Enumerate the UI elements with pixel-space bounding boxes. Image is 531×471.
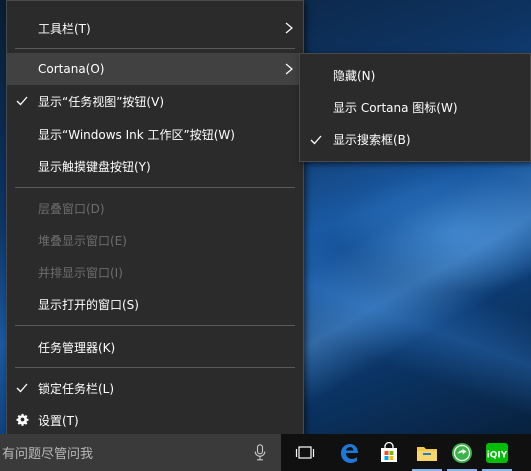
menu-item-task-manager[interactable]: 任务管理器(K)	[7, 331, 303, 363]
taskbar: 有问题尽管问我 iQIY	[0, 434, 531, 471]
submenu-item-hidden[interactable]: 隐藏(N)	[300, 60, 530, 90]
checkmark-icon	[310, 135, 322, 145]
microphone-icon[interactable]	[254, 444, 266, 461]
checkmark-icon	[16, 383, 28, 393]
menu-item-label: 设置(T)	[38, 413, 79, 428]
menu-item-label: 锁定任务栏(L)	[38, 381, 115, 396]
menu-item-settings[interactable]: 设置(T)	[7, 404, 303, 436]
edge-taskbar-button[interactable]	[330, 436, 368, 469]
green-app-icon	[452, 442, 472, 463]
menu-item-label: Cortana(O)	[38, 62, 105, 76]
search-box[interactable]: 有问题尽管问我	[0, 434, 281, 471]
chevron-right-icon	[285, 63, 293, 75]
gear-icon	[16, 413, 29, 426]
menu-item-side-by-side-windows: 并排显示窗口(I)	[7, 256, 303, 288]
menu-separator	[15, 187, 295, 188]
submenu-item-label: 隐藏(N)	[333, 68, 376, 83]
store-taskbar-button[interactable]	[370, 436, 408, 469]
menu-item-label: 显示打开的窗口(S)	[38, 297, 139, 312]
menu-item-label: 并排显示窗口(I)	[38, 265, 123, 280]
file-explorer-taskbar-button[interactable]	[408, 436, 446, 471]
menu-item-label: 显示“任务视图”按钮(V)	[38, 94, 165, 109]
menu-item-cortana[interactable]: Cortana(O)	[7, 53, 303, 85]
menu-separator	[15, 367, 295, 368]
chevron-right-icon	[285, 22, 293, 34]
menu-item-toolbars[interactable]: 工具栏(T)	[7, 12, 303, 44]
submenu-item-label: 显示搜索框(B)	[333, 132, 411, 147]
submenu-item-show-search-box[interactable]: 显示搜索框(B)	[300, 124, 530, 154]
menu-item-cascade-windows: 层叠窗口(D)	[7, 192, 303, 224]
menu-item-label: 显示触摸键盘按钮(Y)	[38, 159, 151, 174]
store-icon	[381, 441, 397, 462]
task-view-button[interactable]	[286, 436, 324, 469]
menu-item-show-windows-ink-button[interactable]: 显示“Windows Ink 工作区”按钮(W)	[7, 118, 303, 150]
menu-item-label: 工具栏(T)	[38, 21, 91, 36]
file-explorer-icon	[417, 446, 437, 461]
task-view-icon	[295, 445, 315, 459]
menu-item-show-task-view-button[interactable]: 显示“任务视图”按钮(V)	[7, 85, 303, 117]
menu-item-lock-taskbar[interactable]: 锁定任务栏(L)	[7, 372, 303, 404]
green-app-taskbar-button[interactable]	[443, 436, 481, 471]
menu-item-show-touch-keyboard-button[interactable]: 显示触摸键盘按钮(Y)	[7, 150, 303, 182]
iqiyi-taskbar-button[interactable]: iQIY	[478, 436, 516, 471]
wallpaper-light-beam	[300, 180, 531, 434]
cortana-submenu: 隐藏(N) 显示 Cortana 图标(W) 显示搜索框(B)	[299, 53, 531, 162]
edge-icon	[341, 443, 358, 463]
search-placeholder: 有问题尽管问我	[2, 447, 94, 462]
iqiyi-icon: iQIY	[486, 442, 508, 463]
taskbar-context-menu: 工具栏(T) Cortana(O) 显示“任务视图”按钮(V) 显示“Windo…	[6, 0, 304, 441]
menu-item-label: 显示“Windows Ink 工作区”按钮(W)	[38, 127, 235, 142]
checkmark-icon	[16, 96, 28, 106]
menu-item-label: 任务管理器(K)	[38, 340, 116, 355]
menu-item-label: 堆叠显示窗口(E)	[38, 233, 127, 248]
menu-item-stack-windows: 堆叠显示窗口(E)	[7, 224, 303, 256]
submenu-item-label: 显示 Cortana 图标(W)	[333, 100, 458, 115]
menu-separator	[15, 48, 295, 49]
menu-item-show-desktop[interactable]: 显示打开的窗口(S)	[7, 288, 303, 320]
submenu-item-show-cortana-icon[interactable]: 显示 Cortana 图标(W)	[300, 92, 530, 122]
menu-separator	[15, 325, 295, 326]
menu-item-label: 层叠窗口(D)	[38, 201, 105, 216]
iqiyi-label: iQIY	[487, 450, 508, 460]
